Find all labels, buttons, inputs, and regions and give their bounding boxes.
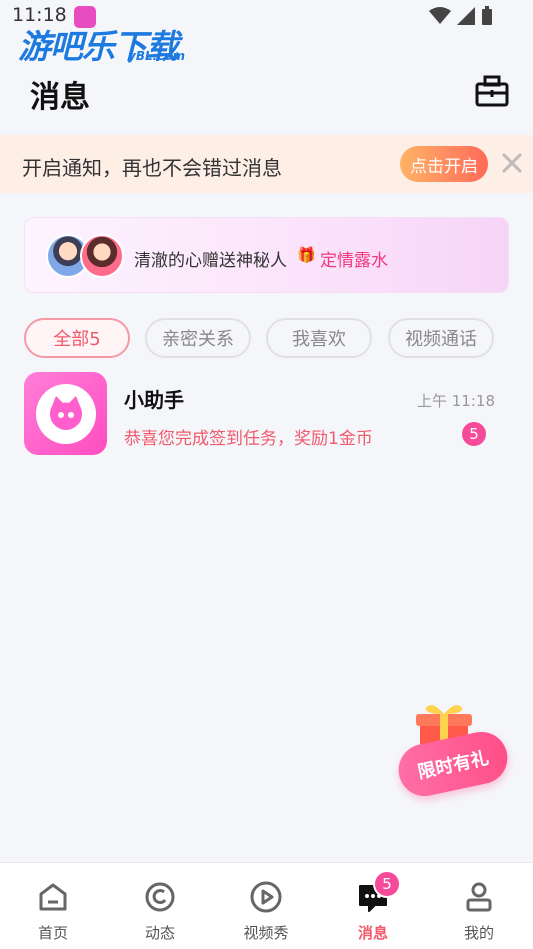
nav-video[interactable]: 视频秀 — [213, 870, 319, 948]
wifi-icon — [429, 7, 451, 24]
notification-text: 开启通知，再也不会错过消息 — [22, 156, 282, 180]
conversation-time: 上午 11:18 — [417, 392, 495, 410]
status-icons — [429, 6, 493, 26]
cat-icon — [50, 396, 82, 430]
nav-messages-label: 消息 — [357, 924, 388, 942]
signal-icon — [457, 7, 475, 25]
receiver-avatar — [80, 234, 124, 278]
gift-icon: 🎁 — [297, 246, 316, 264]
enable-notification-button[interactable]: 点击开启 — [400, 146, 488, 182]
banner-gift-name: 定情露水 — [320, 251, 388, 271]
nav-home-label: 首页 — [37, 924, 68, 942]
nav-profile[interactable]: 我的 — [426, 870, 532, 948]
watermark-sub: yBL.com — [128, 49, 186, 63]
nav-feed[interactable]: 动态 — [107, 870, 213, 948]
profile-icon — [466, 882, 492, 912]
home-icon — [39, 883, 67, 911]
nav-home[interactable]: 首页 — [0, 870, 106, 948]
battery-icon — [482, 6, 492, 25]
tab-video-call[interactable]: 视频通话 — [388, 318, 494, 358]
play-icon — [250, 881, 282, 913]
banner-text: 清澈的心赠送神秘人 — [134, 251, 287, 271]
nav-profile-label: 我的 — [463, 924, 494, 942]
tab-all[interactable]: 全部5 — [24, 318, 130, 358]
close-icon[interactable] — [500, 151, 524, 175]
nav-video-label: 视频秀 — [243, 924, 289, 942]
page-title: 消息 — [30, 80, 90, 115]
tab-liked[interactable]: 我喜欢 — [266, 318, 372, 358]
nav-message-badge: 5 — [373, 870, 401, 898]
contacts-icon[interactable] — [474, 73, 510, 109]
unread-badge: 5 — [462, 422, 486, 446]
feed-icon — [145, 882, 175, 912]
assistant-logo-icon — [36, 384, 96, 444]
conversation-name[interactable]: 小助手 — [124, 384, 184, 413]
conversation-preview[interactable]: 恭喜您完成签到任务，奖励1金币 — [124, 424, 373, 449]
tab-intimate[interactable]: 亲密关系 — [145, 318, 251, 358]
nav-feed-label: 动态 — [144, 924, 175, 942]
